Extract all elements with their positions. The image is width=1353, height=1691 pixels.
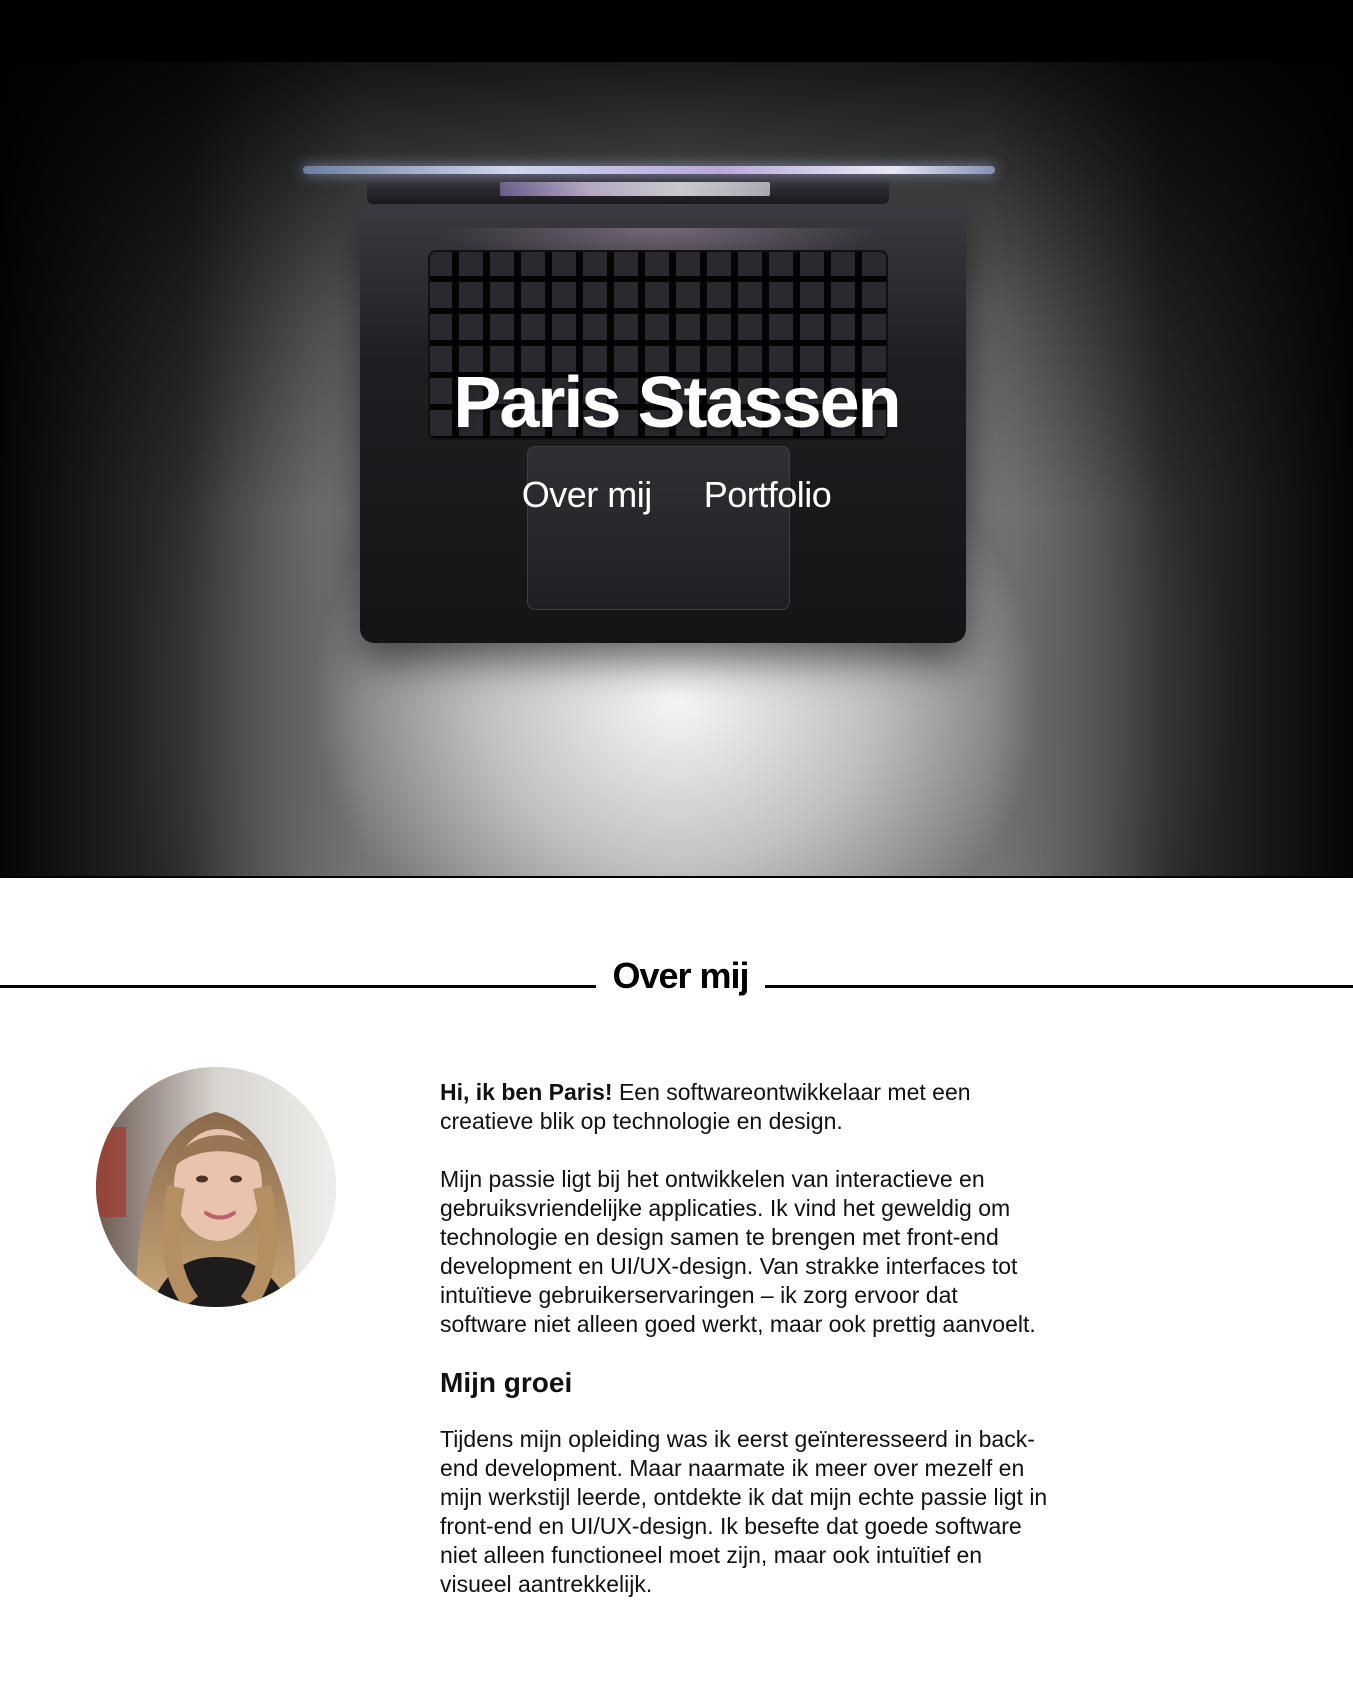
section-heading-over-mij: Over mij xyxy=(0,955,1353,1009)
intro-paragraph: Hi, ik ben Paris! Een softwareontwikkela… xyxy=(440,1078,1050,1136)
profile-photo-illustration xyxy=(96,1067,336,1307)
passion-paragraph: Mijn passie ligt bij het ontwikkelen van… xyxy=(440,1166,1036,1337)
section-title: Over mij xyxy=(612,955,749,996)
nav-link-over-mij[interactable]: Over mij xyxy=(522,474,653,516)
main-nav: Over mij Portfolio xyxy=(0,474,1353,516)
growth-heading: Mijn groei xyxy=(440,1367,573,1398)
about-content: Hi, ik ben Paris! Een softwareontwikkela… xyxy=(440,1078,1050,1628)
growth-paragraph: Tijdens mijn opleiding was ik eerst geïn… xyxy=(440,1426,1048,1597)
laptop-trackpad-image xyxy=(527,446,790,610)
intro-greeting: Hi, ik ben Paris! xyxy=(440,1079,613,1105)
nav-link-portfolio[interactable]: Portfolio xyxy=(704,474,832,516)
hero-banner: Paris Stassen Over mij Portfolio xyxy=(0,0,1353,878)
hero-top-band xyxy=(0,0,1353,62)
laptop-screen-reflection xyxy=(500,182,770,196)
laptop-screen-edge xyxy=(303,166,995,174)
heading-rule-right xyxy=(765,985,1353,988)
site-title: Paris Stassen xyxy=(453,363,901,443)
heading-rule-left xyxy=(0,985,596,988)
profile-photo xyxy=(96,1067,336,1307)
